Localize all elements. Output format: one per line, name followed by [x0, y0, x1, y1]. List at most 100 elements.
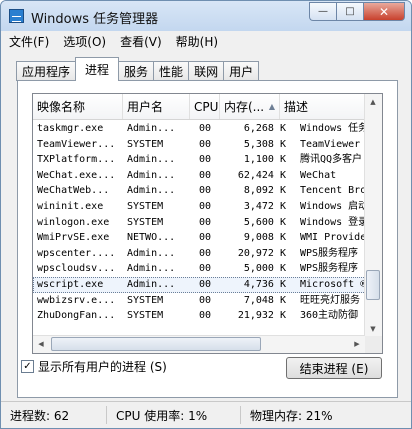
content-area: 应用程序 进程 服务 性能 联网 用户 映像名称 用户名 CPU 内存(... …	[1, 51, 411, 402]
tab-users[interactable]: 用户	[223, 61, 260, 81]
process-memory-cell: 5,308 K	[243, 138, 286, 150]
table-row[interactable]: winlogon.exe SYSTEM 00 5,600 K Windows 登录	[33, 215, 368, 231]
process-cpu-cell: 00	[198, 123, 212, 134]
process-user-cell: NETWO...	[127, 232, 176, 244]
process-memory-cell: 21,932 K	[237, 310, 286, 322]
process-memory-cell: 3,472 K	[243, 200, 286, 212]
process-name-cell: wscript.exe	[37, 278, 104, 290]
process-user-cell: Admin...	[127, 154, 176, 166]
process-memory-cell: 1,100 K	[243, 154, 286, 166]
process-list[interactable]: 映像名称 用户名 CPU 内存(... ▲ 描述 taskmgr.exe Admi…	[32, 93, 383, 354]
title-bar[interactable]: Windows 任务管理器 — □ ✕	[1, 1, 411, 31]
process-description-cell: WPS服务程序	[300, 263, 359, 275]
column-user-name[interactable]: 用户名	[123, 94, 190, 119]
process-user-cell: SYSTEM	[127, 310, 164, 322]
tab-applications[interactable]: 应用程序	[16, 61, 77, 81]
process-name-cell: WeChatWeb...	[37, 185, 110, 197]
scroll-up-arrow[interactable]: ▲	[365, 94, 381, 110]
vertical-scrollbar[interactable]: ▲ ▼	[364, 94, 382, 337]
column-header-row: 映像名称 用户名 CPU 内存(... ▲ 描述	[33, 94, 368, 120]
status-cpu-usage: CPU 使用率: 1%	[106, 406, 240, 424]
process-cpu-cell: 00	[198, 216, 212, 228]
task-manager-icon	[9, 9, 24, 23]
table-row[interactable]: wscript.exe Admin... 00 4,736 K Microsoft ®	[33, 276, 368, 293]
table-row[interactable]: wininit.exe SYSTEM 00 3,472 K Windows 启动	[33, 199, 368, 215]
column-memory[interactable]: 内存(... ▲	[220, 94, 280, 119]
process-cpu-cell: 00	[198, 154, 212, 166]
process-memory-cell: 9,008 K	[243, 232, 286, 244]
scroll-left-arrow[interactable]: ◀	[33, 336, 49, 352]
column-memory-label: 内存(...	[224, 100, 265, 114]
table-row[interactable]: WeChatWeb... Admin... 00 8,092 K Tencent Bro…	[33, 183, 368, 199]
process-description-cell: WeChat	[300, 169, 337, 181]
table-row[interactable]: TeamViewer... SYSTEM 00 5,308 K TeamViewer 1	[33, 137, 368, 153]
process-user-cell: Admin...	[127, 263, 176, 275]
process-rows: taskmgr.exe Admin... 00 6,268 K Windows 任务 Te…	[33, 121, 368, 324]
process-memory-cell: 4,736 K	[243, 278, 286, 290]
table-row[interactable]: WeChat.exe... Admin... 00 62,424 K WeChat	[33, 168, 368, 184]
tab-services[interactable]: 服务	[118, 61, 155, 81]
process-user-cell: Admin...	[127, 278, 176, 290]
process-memory-cell: 20,972 K	[237, 247, 286, 259]
process-user-cell: SYSTEM	[127, 200, 164, 212]
process-user-cell: SYSTEM	[127, 294, 164, 306]
table-row[interactable]: taskmgr.exe Admin... 00 6,268 K Windows 任务	[33, 121, 368, 137]
menu-help[interactable]: 帮助(H)	[176, 33, 218, 50]
table-row[interactable]: WmiPrvSE.exe NETWO... 00 9,008 K WMI Provide…	[33, 230, 368, 246]
end-process-button[interactable]: 结束进程 (E)	[286, 357, 382, 379]
scroll-right-arrow[interactable]: ▶	[349, 336, 365, 352]
table-row[interactable]: wwbizsrv.e... SYSTEM 00 7,048 K 旺旺亮灯服务	[33, 293, 368, 309]
process-user-cell: Admin...	[127, 169, 176, 181]
column-image-name[interactable]: 映像名称	[33, 94, 123, 119]
tab-processes[interactable]: 进程	[75, 57, 120, 81]
table-row[interactable]: wpscloudsv... Admin... 00 5,000 K WPS服务程序	[33, 261, 368, 277]
process-cpu-cell: 00	[198, 200, 212, 212]
maximize-button[interactable]: □	[336, 2, 363, 21]
process-name-cell: wpscenter....	[37, 247, 116, 259]
process-memory-cell: 5,000 K	[243, 263, 286, 275]
column-description[interactable]: 描述	[280, 94, 368, 119]
close-button[interactable]: ✕	[363, 2, 405, 21]
minimize-button[interactable]: —	[309, 2, 336, 21]
scroll-down-arrow[interactable]: ▼	[365, 321, 381, 337]
process-description-cell: 360主动防御	[300, 310, 359, 322]
table-row[interactable]: TXPlatform... Admin... 00 1,100 K 腾讯QQ多客户	[33, 152, 368, 168]
process-cpu-cell: 00	[198, 247, 212, 259]
status-bar: 进程数: 62 CPU 使用率: 1% 物理内存: 21%	[1, 401, 411, 428]
process-memory-cell: 8,092 K	[243, 185, 286, 197]
tab-performance[interactable]: 性能	[153, 61, 190, 81]
table-row[interactable]: ZhuDongFan... SYSTEM 00 21,932 K 360主动防御	[33, 308, 368, 324]
show-all-users-label: 显示所有用户的进程 (S)	[38, 360, 167, 374]
vertical-scroll-thumb[interactable]	[366, 270, 380, 300]
process-memory-cell: 6,268 K	[243, 123, 286, 134]
show-all-users-checkbox[interactable]: ✓	[21, 360, 34, 373]
horizontal-scroll-thumb[interactable]	[51, 337, 261, 351]
processes-panel: 映像名称 用户名 CPU 内存(... ▲ 描述 taskmgr.exe Admi…	[17, 80, 398, 398]
process-user-cell: Admin...	[127, 123, 176, 134]
tab-strip: 应用程序 进程 服务 性能 联网 用户	[16, 57, 260, 81]
column-cpu[interactable]: CPU	[190, 94, 220, 119]
menu-options[interactable]: 选项(O)	[63, 33, 106, 50]
process-description-cell: 旺旺亮灯服务	[300, 294, 360, 306]
process-cpu-cell: 00	[198, 310, 212, 322]
status-process-count: 进程数: 62	[10, 408, 70, 423]
process-description-cell: WMI Provider	[300, 232, 368, 244]
process-user-cell: SYSTEM	[127, 216, 164, 228]
process-name-cell: TeamViewer...	[37, 138, 116, 150]
status-physical-memory: 物理内存: 21%	[240, 406, 390, 424]
process-user-cell: Admin...	[127, 185, 176, 197]
menu-file[interactable]: 文件(F)	[9, 33, 49, 50]
process-cpu-cell: 00	[198, 263, 212, 275]
sort-ascending-icon: ▲	[268, 102, 275, 111]
horizontal-scrollbar[interactable]: ◀ ▶	[33, 335, 365, 353]
process-cpu-cell: 00	[198, 138, 212, 150]
menu-view[interactable]: 查看(V)	[120, 33, 162, 50]
process-description-cell: Tencent Brow	[300, 185, 368, 197]
process-cpu-cell: 00	[198, 185, 212, 197]
tab-networking[interactable]: 联网	[188, 61, 225, 81]
process-user-cell: Admin...	[127, 247, 176, 259]
show-all-users-option[interactable]: ✓ 显示所有用户的进程 (S)	[21, 358, 167, 375]
process-cpu-cell: 00	[198, 278, 212, 290]
process-description-cell: 腾讯QQ多客户	[300, 154, 363, 166]
table-row[interactable]: wpscenter.... Admin... 00 20,972 K WPS服务程序	[33, 246, 368, 262]
